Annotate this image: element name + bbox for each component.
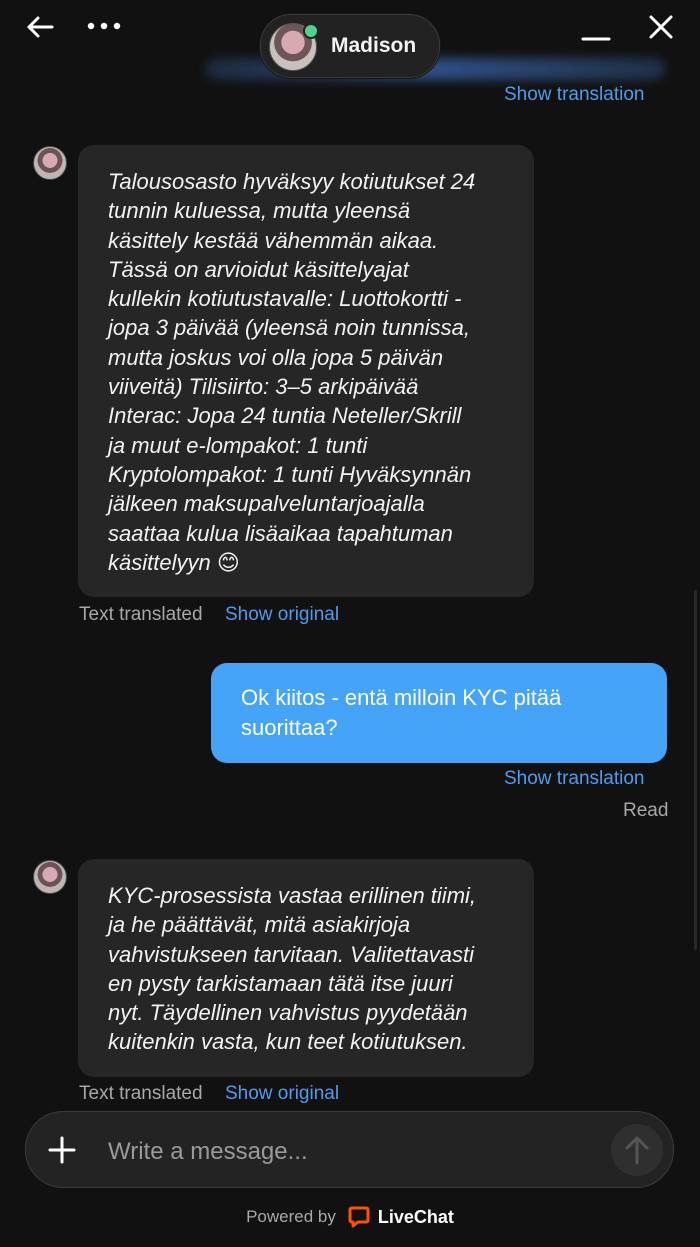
read-receipt: Read [623, 800, 669, 821]
arrow-up-icon [625, 1136, 649, 1165]
back-button[interactable] [20, 10, 60, 44]
minimize-button[interactable] [578, 18, 614, 44]
powered-by-label: Powered by [246, 1207, 336, 1226]
agent-message-bubble: KYC-prosessista vastaa erillinen tiimi, … [78, 859, 534, 1077]
close-icon [649, 15, 673, 39]
show-original-link[interactable]: Show original [225, 604, 339, 626]
livechat-brand: LiveChat [377, 1206, 454, 1227]
scrollbar[interactable] [694, 590, 697, 950]
show-original-link[interactable]: Show original [225, 1083, 339, 1105]
livechat-logo-icon [348, 1206, 370, 1228]
minimize-icon [581, 37, 611, 41]
message-composer [25, 1111, 674, 1191]
show-translation-link[interactable]: Show translation [504, 84, 644, 106]
menu-button[interactable] [84, 14, 124, 38]
add-attachment-button[interactable] [44, 1132, 80, 1168]
translation-status: Text translated [79, 1083, 203, 1104]
agent-name: Madison [331, 34, 417, 57]
plus-icon [48, 1136, 76, 1164]
message-input[interactable] [106, 1112, 580, 1191]
agent-header[interactable]: Madison [260, 14, 440, 78]
translation-status: Text translated [79, 604, 203, 625]
arrow-left-icon [27, 16, 54, 38]
user-message-bubble: Ok kiitos - entä milloin KYC pitää suori… [211, 663, 667, 763]
more-horizontal-icon [87, 22, 121, 30]
avatar [33, 146, 67, 180]
powered-by-footer[interactable]: Powered by LiveChat [0, 1206, 700, 1228]
agent-message-bubble: Talousosasto hyväksyy kotiutukset 24 tun… [78, 145, 534, 597]
online-status-indicator [303, 23, 319, 39]
send-button[interactable] [611, 1124, 663, 1176]
close-button[interactable] [644, 12, 678, 42]
show-translation-link[interactable]: Show translation [504, 768, 644, 790]
avatar [33, 860, 67, 894]
